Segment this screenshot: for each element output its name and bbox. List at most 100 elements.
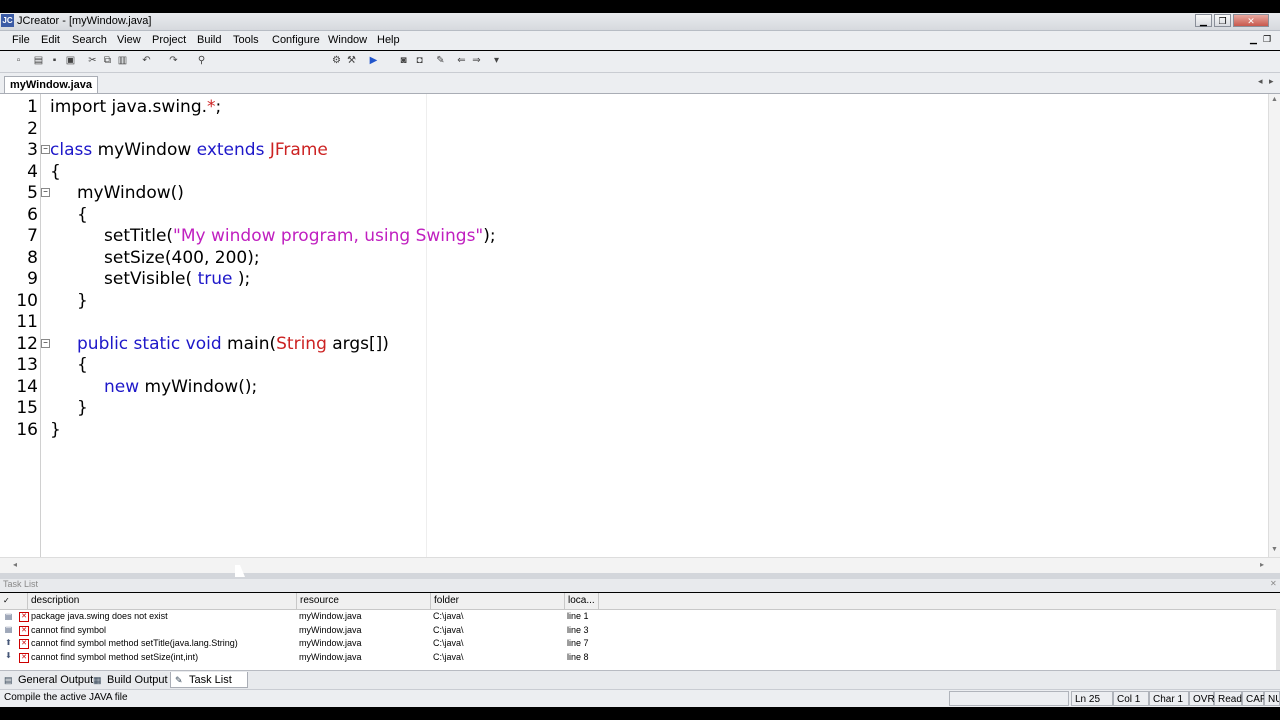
editor-vertical-scrollbar[interactable]: ▲ ▼ xyxy=(1268,94,1280,557)
paste-icon[interactable]: ▥ xyxy=(116,55,129,67)
table-header: ✓ description resource folder loca... xyxy=(0,593,1280,610)
column-resource[interactable]: resource xyxy=(297,593,431,609)
error-icon: ✕ xyxy=(19,626,29,636)
code-line: new myWindow(); xyxy=(104,377,258,397)
app-icon: JC xyxy=(1,14,14,27)
tools-icon[interactable]: ✎ xyxy=(434,55,447,67)
minimize-icon[interactable]: ▁ xyxy=(1195,14,1212,27)
scroll-down-icon[interactable]: ▼ xyxy=(1271,546,1278,553)
tab-scroll-left-icon[interactable]: ◂ xyxy=(1258,76,1263,87)
fold-toggle-icon[interactable]: − xyxy=(41,188,50,197)
copy-icon[interactable]: ⧉ xyxy=(101,55,114,67)
tab-build-output[interactable]: ▦ Build Output xyxy=(89,672,174,688)
line-number: 6 xyxy=(27,205,38,225)
debug-icon[interactable]: ◘ xyxy=(413,55,426,67)
line-number: 4 xyxy=(27,162,38,182)
tab-task-list[interactable]: ✎ Task List xyxy=(170,672,248,688)
window-title: JCreator - [myWindow.java] xyxy=(17,15,152,27)
run-icon[interactable]: ▶ xyxy=(367,55,380,67)
open-icon[interactable]: ▤ xyxy=(32,55,45,67)
editor-horizontal-scrollbar[interactable]: ◂ ▸ xyxy=(0,557,1280,573)
build-output-icon: ▦ xyxy=(93,675,102,685)
menu-view[interactable]: View xyxy=(117,34,141,46)
code-line: setVisible( true ); xyxy=(104,269,251,289)
table-row[interactable]: ✕ cannot find symbol method setSize(int,… xyxy=(0,651,1276,664)
line-number: 3 xyxy=(27,140,38,160)
tab-mywindow-java[interactable]: myWindow.java xyxy=(4,76,99,93)
task-list-header: Task List ✕ xyxy=(0,579,1280,592)
line-number: 9 xyxy=(27,269,38,289)
restore-icon[interactable]: ❐ xyxy=(1214,14,1231,27)
status-cap: CAP xyxy=(1242,691,1267,706)
error-icon: ✕ xyxy=(19,639,29,649)
line-number: 1 xyxy=(27,97,38,117)
status-ovr: OVR xyxy=(1189,691,1215,706)
cut-icon[interactable]: ✂ xyxy=(86,55,99,67)
status-message: Compile the active JAVA file xyxy=(4,692,128,703)
status-num: NUM xyxy=(1264,691,1280,706)
toolbar: ▫ ▤ ▪ ▣ ✂ ⧉ ▥ ↶ ↷ ⚲ ⚙ ⚒ ▶ ◙ ◘ ✎ ⇐ ⇒ ▾ xyxy=(0,51,1280,73)
menu-configure[interactable]: Configure xyxy=(272,34,320,46)
toolbar-options-icon[interactable]: ▾ xyxy=(490,55,503,67)
tab-scroll-right-icon[interactable]: ▸ xyxy=(1269,76,1274,87)
undo-icon[interactable]: ↶ xyxy=(140,55,153,67)
menu-bar: File Edit Search View Project Build Tool… xyxy=(0,31,1280,50)
table-row[interactable]: ✕ cannot find symbol myWindow.java C:\ja… xyxy=(0,624,1276,637)
scroll-left-icon[interactable]: ◂ xyxy=(13,560,17,569)
pane-close-icon[interactable]: ✕ xyxy=(1270,579,1277,588)
code-line: } xyxy=(77,398,88,418)
code-line: class myWindow extends JFrame xyxy=(50,140,328,160)
column-guide xyxy=(426,94,427,557)
menu-build[interactable]: Build xyxy=(197,34,221,46)
menu-edit[interactable]: Edit xyxy=(41,34,60,46)
code-line: } xyxy=(77,291,88,311)
save-all-icon[interactable]: ▣ xyxy=(64,55,77,67)
line-number: 12 xyxy=(16,334,38,354)
mouse-pointer-icon xyxy=(235,565,245,577)
scroll-up-icon[interactable]: ▲ xyxy=(1271,96,1278,103)
close-icon[interactable]: ✕ xyxy=(1233,14,1269,27)
back-icon[interactable]: ⇐ xyxy=(455,55,468,67)
tab-general-output[interactable]: ▤ General Output xyxy=(0,672,99,688)
menu-help[interactable]: Help xyxy=(377,34,400,46)
column-location[interactable]: loca... xyxy=(565,593,599,609)
code-editor[interactable]: 1 2 3 4 5 6 7 8 9 10 11 12 13 14 15 16 −… xyxy=(0,94,1280,557)
column-folder[interactable]: folder xyxy=(431,593,565,609)
menu-tools[interactable]: Tools xyxy=(233,34,259,46)
redo-icon[interactable]: ↷ xyxy=(167,55,180,67)
build-icon[interactable]: ⚙ xyxy=(330,55,343,67)
menu-project[interactable]: Project xyxy=(152,34,186,46)
fold-toggle-icon[interactable]: − xyxy=(41,339,50,348)
menu-window[interactable]: Window xyxy=(328,34,367,46)
code-line: { xyxy=(77,355,88,375)
menu-search[interactable]: Search xyxy=(72,34,107,46)
status-bar: Compile the active JAVA file Ln 25 Col 1… xyxy=(0,689,1280,707)
code-line: public static void main(String args[]) xyxy=(77,334,389,354)
forward-icon[interactable]: ⇒ xyxy=(470,55,483,67)
table-row[interactable]: ✕ package java.swing does not exist myWi… xyxy=(0,610,1276,623)
stop-icon[interactable]: ◙ xyxy=(397,55,410,67)
code-line: import java.swing.*; xyxy=(50,97,222,117)
error-icon: ✕ xyxy=(19,612,29,622)
find-icon[interactable]: ⚲ xyxy=(195,55,208,67)
scroll-right-icon[interactable]: ▸ xyxy=(1260,560,1264,569)
table-row[interactable]: ✕ cannot find symbol method setTitle(jav… xyxy=(0,637,1276,650)
compile-icon[interactable]: ⚒ xyxy=(345,55,358,67)
save-icon[interactable]: ▪ xyxy=(48,55,61,67)
fold-toggle-icon[interactable]: − xyxy=(41,145,50,154)
menu-file[interactable]: File xyxy=(12,34,30,46)
code-line: { xyxy=(77,205,88,225)
output-icon: ▤ xyxy=(4,675,13,685)
code-line: myWindow() xyxy=(77,183,184,203)
mdi-restore-icon[interactable]: ❐ xyxy=(1263,34,1271,45)
mdi-minimize-icon[interactable]: ▁ xyxy=(1250,34,1257,45)
header-icon-column[interactable]: ✓ xyxy=(0,593,28,609)
task-list-scrollbar[interactable] xyxy=(1276,609,1280,670)
column-description[interactable]: description xyxy=(28,593,297,609)
error-icon: ✕ xyxy=(19,653,29,663)
status-read: Read xyxy=(1214,691,1242,706)
status-column: Col 1 xyxy=(1113,691,1149,706)
line-number: 10 xyxy=(16,291,38,311)
new-file-icon[interactable]: ▫ xyxy=(12,55,25,67)
line-number: 2 xyxy=(27,119,38,139)
